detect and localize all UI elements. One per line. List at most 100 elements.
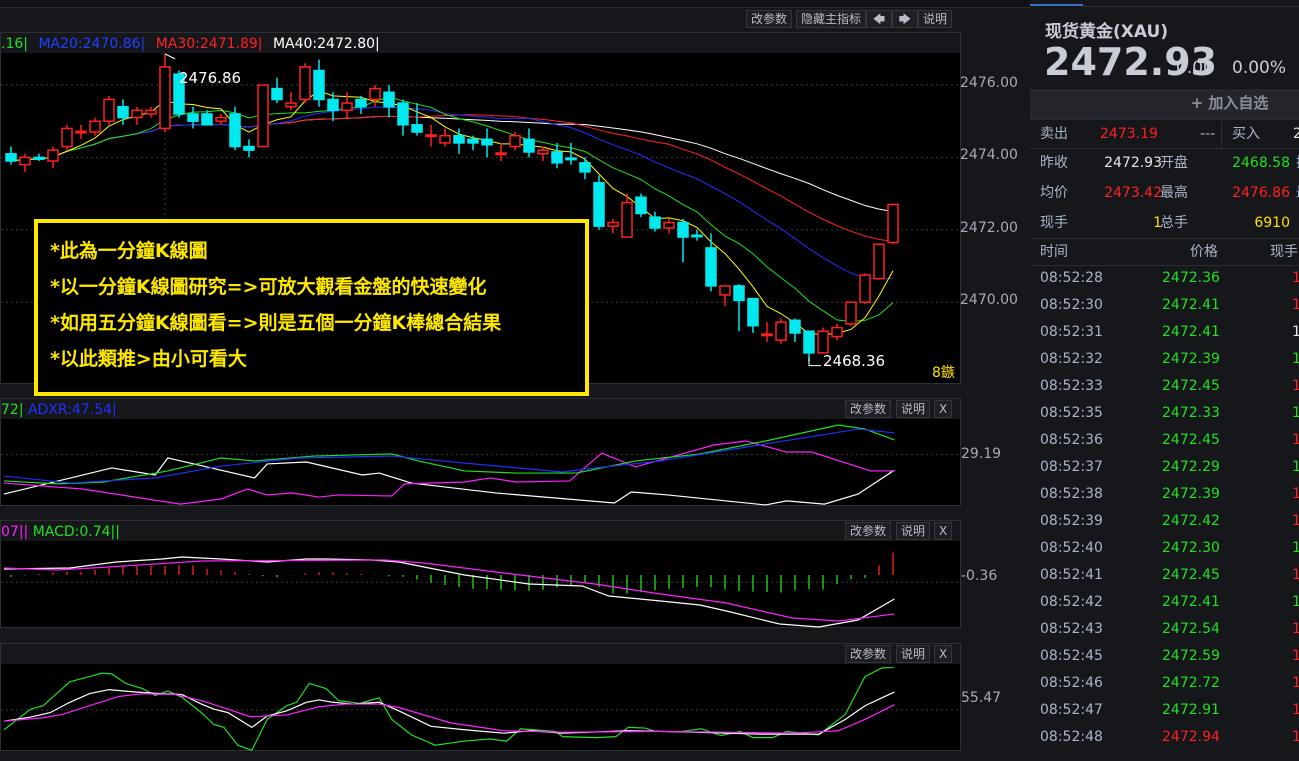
edit-params-button[interactable]: 改参数 [845,522,892,540]
help-button[interactable]: 说明 [918,10,953,28]
stat-label: 总手 [1160,215,1188,231]
close-panel-button[interactable]: X [934,400,953,418]
tick-row[interactable]: 08:52:39 2472.42 1 [1030,508,1299,535]
tick-row[interactable]: 08:52:42 2472.41 1 [1030,589,1299,616]
tick-row[interactable]: 08:52:31 2472.41 1 [1030,319,1299,346]
candle-body [215,116,227,122]
tick-row[interactable]: 08:52:28 2472.36 1 [1030,265,1299,292]
help-button[interactable]: 说明 [896,522,931,540]
candle-body [719,285,731,296]
candle [47,146,59,169]
candle-body [523,138,535,153]
dmi-panel[interactable]: 72| ADXR:47.54| [0,398,961,506]
tick-row[interactable]: 08:52:32 2472.39 1 [1030,346,1299,373]
scroll-right-button[interactable]: 🡆 [892,10,918,28]
kdj-panel[interactable] [0,643,961,751]
macd-panel[interactable]: 07|| MACD:0.74|| [0,520,961,628]
candle-body [817,330,829,354]
tick-row[interactable]: 08:52:36 2472.45 1 [1030,427,1299,454]
ma-legend-item: MA30:2471.89| [155,36,267,52]
tick-volume: 1 [1292,621,1299,637]
tick-price: 2472.39 [1162,351,1220,367]
stat-value: 2472.93 [1104,155,1162,171]
candle-body [607,221,619,227]
hide-main-indicator-button[interactable]: 隐藏主指标 [796,10,867,28]
kdj-chart[interactable] [1,667,960,751]
macd-legend: 07|| MACD:0.74|| [1,521,960,541]
tick-row[interactable]: 08:52:47 2472.91 1 [1030,697,1299,724]
candle [621,193,633,238]
stat-value: 2476.86 [1232,185,1290,201]
tick-time: 08:52:30 [1040,297,1103,313]
candle-body [453,134,465,144]
candle [299,63,311,104]
dmi-chart[interactable] [1,421,960,506]
add-watchlist-button[interactable]: + 加入自选 [1030,89,1299,119]
tick-row[interactable]: 08:52:41 2472.45 1 [1030,562,1299,589]
tick-volume: 1 [1292,297,1299,313]
candle [859,273,871,305]
candle-body [187,113,199,122]
candle [845,301,857,326]
tick-volume: 1 [1292,594,1299,610]
buy-price: 2 [1293,126,1299,142]
scroll-left-button[interactable]: 🡄 [866,10,892,28]
tick-time: 08:52:38 [1040,486,1103,502]
close-panel-button[interactable]: X [934,522,953,540]
note-line: *如用五分鐘K線圖看=>則是五個一分鐘K棒總合結果 [50,312,502,334]
tick-volume: 1 [1292,432,1299,448]
tick-time: 08:52:43 [1040,621,1103,637]
edit-params-button[interactable]: 改参数 [746,10,793,28]
tick-price: 2472.41 [1162,324,1220,340]
tick-volume: 1 [1292,324,1299,340]
tick-price: 2472.36 [1162,270,1220,286]
tick-list-header: 时间 价格 现手 [1030,239,1299,266]
stat-label: 开盘 [1160,155,1188,171]
candle [33,153,45,162]
tick-time: 08:52:39 [1040,513,1103,529]
tick-row[interactable]: 08:52:45 2472.59 1 [1030,643,1299,670]
tick-row[interactable]: 08:52:37 2472.29 1 [1030,454,1299,481]
tick-row[interactable]: 08:52:30 2472.41 1 [1030,292,1299,319]
tick-time: 08:52:48 [1040,729,1103,745]
edit-params-button[interactable]: 改参数 [845,400,892,418]
k-line [3,688,895,735]
annotation-box: *此為一分鐘K線圖 *以一分鐘K線圖研究=>可放大觀看金盤的快速變化 *如用五分… [34,219,589,396]
tick-row[interactable]: 08:52:46 2472.72 1 [1030,670,1299,697]
candle-body [747,297,759,327]
candle-body [677,221,689,238]
help-button[interactable]: 说明 [896,645,931,663]
active-tab-indicator [1030,4,1083,6]
candle [327,92,339,122]
tick-volume: 1 [1292,567,1299,583]
col-volume: 现手 [1270,244,1298,260]
tick-row[interactable]: 08:52:40 2472.30 1 [1030,535,1299,562]
help-button[interactable]: 说明 [896,400,931,418]
candle-body [383,91,395,108]
edit-params-button[interactable]: 改参数 [845,645,892,663]
instrument-title: 现货黄金(XAU) [1045,22,1169,42]
candle [887,203,899,245]
tick-row[interactable]: 08:52:43 2472.54 1 [1030,616,1299,643]
candle [159,53,171,133]
macd-chart[interactable] [1,546,960,628]
close-panel-button[interactable]: X [934,645,953,663]
indicator-legend-item: ADXR:47.54| [27,402,117,418]
candle-body [467,138,479,144]
candle [439,128,451,147]
tick-volume: 1 [1292,405,1299,421]
tick-row[interactable]: 08:52:35 2472.33 1 [1030,400,1299,427]
tick-row[interactable]: 08:52:33 2472.45 1 [1030,373,1299,400]
bid-ask-row: 卖出 2473.19 --- 买入 2 [1030,121,1299,148]
candle-body [369,87,381,101]
candle [593,175,605,230]
price-change-pct: 0.00% [1232,58,1287,78]
candle [649,211,661,232]
col-price: 价格 [1190,244,1218,260]
tick-price: 2472.59 [1162,648,1220,664]
candle [243,139,255,158]
candle-body [47,149,59,162]
tick-row[interactable]: 08:52:48 2472.94 1 [1030,724,1299,751]
tick-row[interactable]: 08:52:38 2472.39 1 [1030,481,1299,508]
blue-line [3,428,895,484]
